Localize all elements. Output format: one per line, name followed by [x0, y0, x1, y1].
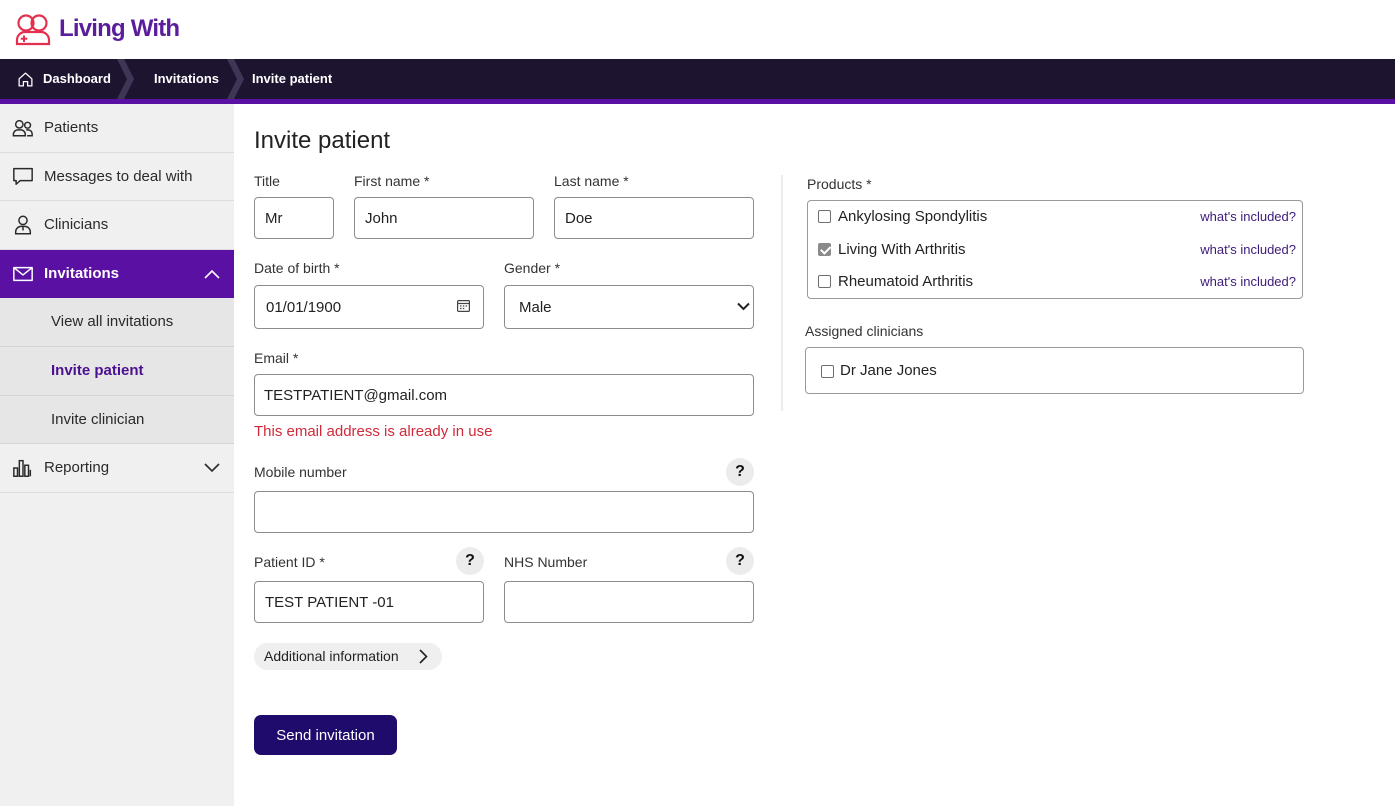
additional-information-toggle[interactable]: Additional information — [254, 643, 442, 670]
home-icon — [18, 71, 33, 87]
product-name: Ankylosing Spondylitis — [838, 208, 988, 225]
product-name: Living With Arthritis — [838, 240, 966, 258]
additional-information-label: Additional information — [264, 648, 399, 664]
title-field[interactable] — [254, 197, 334, 239]
sidebar-subitem-view-all-invitations[interactable]: View all invitations — [0, 298, 234, 347]
chevron-up-icon — [204, 269, 220, 279]
product-name: Rheumatoid Arthritis — [838, 273, 974, 290]
breadcrumb: Dashboard Invitations Invite patient — [0, 59, 1395, 99]
breadcrumb-label: Invitations — [154, 71, 220, 86]
sidebar: Patients Messages to deal with Clinician… — [0, 104, 234, 806]
patient-id-field[interactable] — [254, 581, 484, 623]
sidebar-item-reporting[interactable]: Reporting — [0, 444, 234, 493]
product-checkbox[interactable] — [818, 242, 831, 256]
gender-select[interactable]: Male — [504, 285, 754, 329]
sidebar-item-label: Patients — [44, 119, 99, 136]
sidebar-item-label: Messages to deal with — [44, 167, 193, 185]
chevron-down-icon — [204, 463, 220, 473]
patient-id-help-button[interactable]: ? — [456, 547, 484, 575]
product-checkbox[interactable] — [818, 275, 831, 288]
email-field[interactable] — [254, 374, 754, 416]
sidebar-item-messages[interactable]: Messages to deal with — [0, 153, 234, 202]
calendar-icon[interactable] — [457, 299, 470, 312]
sidebar-subitem-label: View all invitations — [51, 313, 174, 331]
breadcrumb-label: Invite patient — [252, 71, 333, 86]
breadcrumb-dashboard[interactable]: Dashboard — [17, 59, 111, 99]
first-name-label: First name * — [354, 173, 430, 189]
sidebar-subitem-invite-clinician[interactable]: Invite clinician — [0, 395, 234, 445]
clinician-icon — [14, 215, 32, 235]
breadcrumb-label: Dashboard — [43, 71, 111, 86]
sidebar-subitem-label: Invite clinician — [51, 410, 145, 428]
mobile-help-button[interactable]: ? — [726, 458, 754, 486]
sidebar-item-label: Invitations — [44, 264, 120, 282]
whats-included-link[interactable]: what's included? — [1200, 266, 1296, 298]
sidebar-item-patients[interactable]: Patients — [0, 104, 234, 153]
top-header: Living With — [0, 0, 1395, 59]
breadcrumb-separator-icon — [227, 59, 244, 99]
first-name-field[interactable] — [354, 197, 534, 239]
breadcrumb-separator-icon — [117, 59, 134, 99]
logo[interactable]: Living With — [14, 13, 184, 47]
products-list: Ankylosing Spondylitis what's included? … — [807, 200, 1303, 299]
envelope-icon — [13, 266, 33, 281]
assigned-clinicians-label: Assigned clinicians — [805, 323, 924, 339]
product-item: Ankylosing Spondylitis what's included? — [808, 201, 1302, 233]
last-name-label: Last name * — [554, 173, 629, 189]
logo-text: Living With — [59, 15, 180, 42]
date-of-birth-field[interactable] — [254, 285, 484, 329]
bar-chart-icon — [13, 459, 32, 477]
nhs-number-field[interactable] — [504, 581, 754, 623]
mobile-number-field[interactable] — [254, 491, 754, 533]
sidebar-subitem-label: Invite patient — [51, 361, 144, 379]
living-with-logo-icon — [15, 14, 51, 46]
breadcrumb-invitations[interactable]: Invitations — [154, 59, 219, 99]
product-checkbox[interactable] — [818, 210, 831, 223]
column-divider — [781, 175, 783, 411]
send-invitation-button[interactable]: Send invitation — [254, 715, 397, 755]
chevron-right-icon — [419, 649, 428, 664]
sidebar-subitem-invite-patient[interactable]: Invite patient — [0, 346, 234, 396]
gender-label: Gender * — [504, 260, 561, 276]
patient-id-label: Patient ID * — [254, 554, 325, 570]
email-label: Email * — [254, 350, 299, 366]
breadcrumb-current-page: Invite patient — [252, 59, 332, 99]
patients-icon — [12, 119, 33, 137]
date-of-birth-label: Date of birth * — [254, 260, 340, 276]
invite-patient-page: Living With Dashboard Invitations Invite… — [0, 0, 1395, 806]
clinician-item: Dr Jane Jones — [806, 355, 1303, 387]
mobile-number-label: Mobile number — [254, 464, 347, 480]
whats-included-link[interactable]: what's included? — [1200, 201, 1296, 233]
sidebar-item-clinicians[interactable]: Clinicians — [0, 201, 234, 250]
product-item: Rheumatoid Arthritis what's included? — [808, 266, 1302, 298]
assigned-clinicians-list: Dr Jane Jones — [805, 347, 1304, 394]
clinician-name: Dr Jane Jones — [840, 361, 937, 379]
sidebar-item-label: Clinicians — [44, 216, 109, 234]
sidebar-item-label: Reporting — [44, 459, 110, 477]
product-item: Living With Arthritis what's included? — [808, 234, 1302, 266]
whats-included-link[interactable]: what's included? — [1200, 234, 1296, 266]
products-label: Products * — [807, 176, 872, 192]
email-error-message: This email address is already in use — [254, 423, 493, 440]
clinician-checkbox[interactable] — [821, 364, 834, 378]
sidebar-item-invitations[interactable]: Invitations — [0, 249, 234, 299]
nhs-number-label: NHS Number — [504, 554, 588, 570]
last-name-field[interactable] — [554, 197, 754, 239]
page-title: Invite patient — [254, 127, 391, 154]
nhs-number-help-button[interactable]: ? — [726, 547, 754, 575]
message-icon — [13, 168, 33, 186]
title-label: Title — [254, 173, 280, 189]
